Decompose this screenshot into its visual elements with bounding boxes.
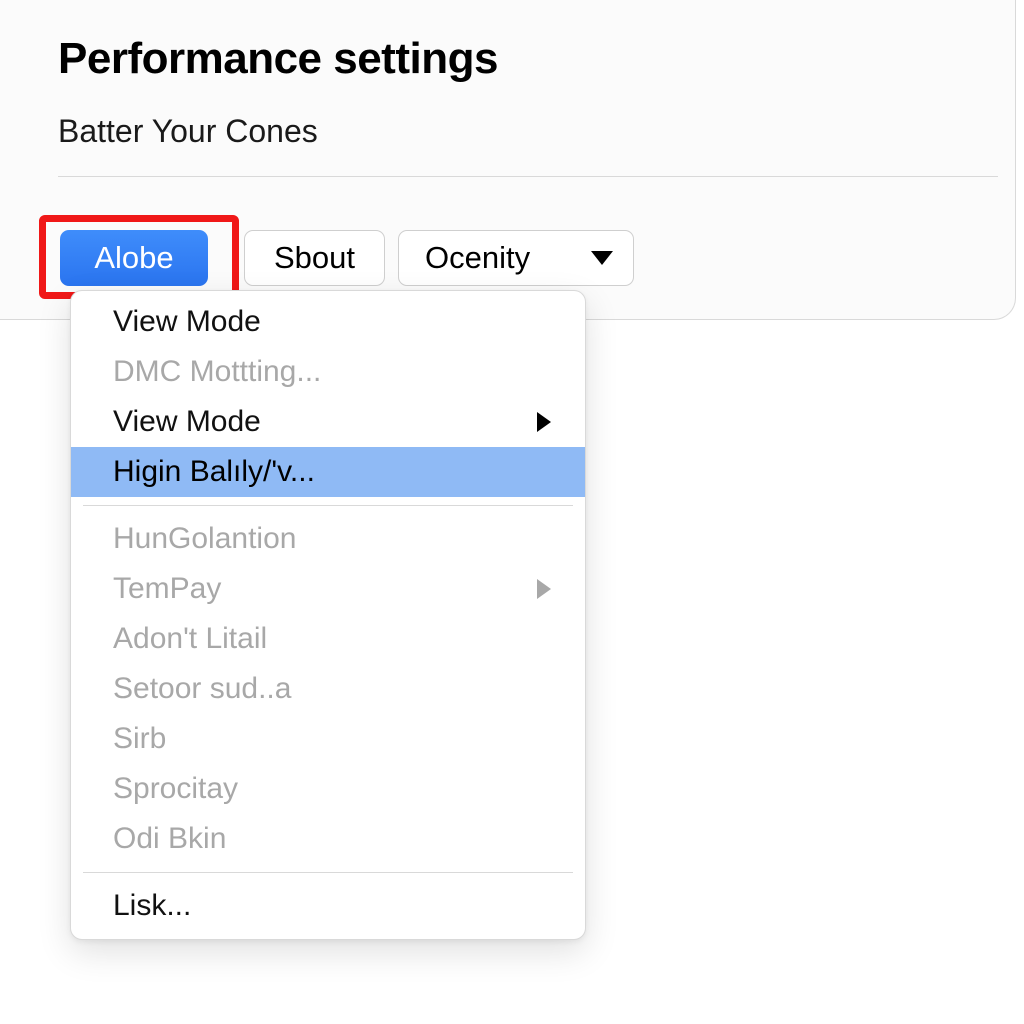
menu-item-hungolantion: HunGolantion <box>71 514 585 564</box>
sbout-button[interactable]: Sbout <box>244 230 385 286</box>
menu-item-dmc-mottting: DMC Mottting... <box>71 347 585 397</box>
sbout-button-label: Sbout <box>274 240 355 276</box>
page-title: Performance settings <box>58 34 498 84</box>
menu-item-view-mode-1[interactable]: View Mode <box>71 297 585 347</box>
divider <box>58 176 998 177</box>
menu-item-label: HunGolantion <box>113 522 551 556</box>
menu-item-lisk[interactable]: Lisk... <box>71 881 585 931</box>
ocenity-dropdown[interactable]: Ocenity <box>398 230 634 286</box>
menu-item-label: View Mode <box>113 305 551 339</box>
menu-item-odi-bkin: Odi Bkin <box>71 814 585 864</box>
menu-item-label: Sprocitay <box>113 772 551 806</box>
menu-item-sirb: Sirb <box>71 714 585 764</box>
context-menu: View Mode DMC Mottting... View Mode Higi… <box>70 290 586 940</box>
chevron-down-icon <box>591 251 613 265</box>
menu-item-sprocitay: Sprocitay <box>71 764 585 814</box>
menu-item-label: Lisk... <box>113 889 551 923</box>
menu-item-label: Higin Balıly/'v... <box>113 455 551 489</box>
section-subtitle: Batter Your Cones <box>58 113 318 150</box>
menu-item-adont-litail: Adon't Litail <box>71 614 585 664</box>
menu-item-label: Setoor sud..a <box>113 672 551 706</box>
menu-item-setoor-suda: Setoor sud..a <box>71 664 585 714</box>
menu-separator <box>83 505 573 506</box>
menu-item-label: Sirb <box>113 722 551 756</box>
menu-item-higin-balily[interactable]: Higin Balıly/'v... <box>71 447 585 497</box>
alobe-button-label: Alobe <box>94 240 173 276</box>
chevron-right-icon <box>537 412 551 432</box>
menu-item-tempay: TemPay <box>71 564 585 614</box>
menu-item-label: Adon't Litail <box>113 622 551 656</box>
menu-separator <box>83 872 573 873</box>
alobe-button[interactable]: Alobe <box>60 230 208 286</box>
menu-item-label: TemPay <box>113 572 537 606</box>
menu-item-label: Odi Bkin <box>113 822 551 856</box>
menu-item-label: View Mode <box>113 405 537 439</box>
menu-item-view-mode-2[interactable]: View Mode <box>71 397 585 447</box>
settings-panel: Performance settings Batter Your Cones A… <box>0 0 1016 320</box>
ocenity-dropdown-label: Ocenity <box>425 240 579 276</box>
chevron-right-icon <box>537 579 551 599</box>
menu-item-label: DMC Mottting... <box>113 355 551 389</box>
